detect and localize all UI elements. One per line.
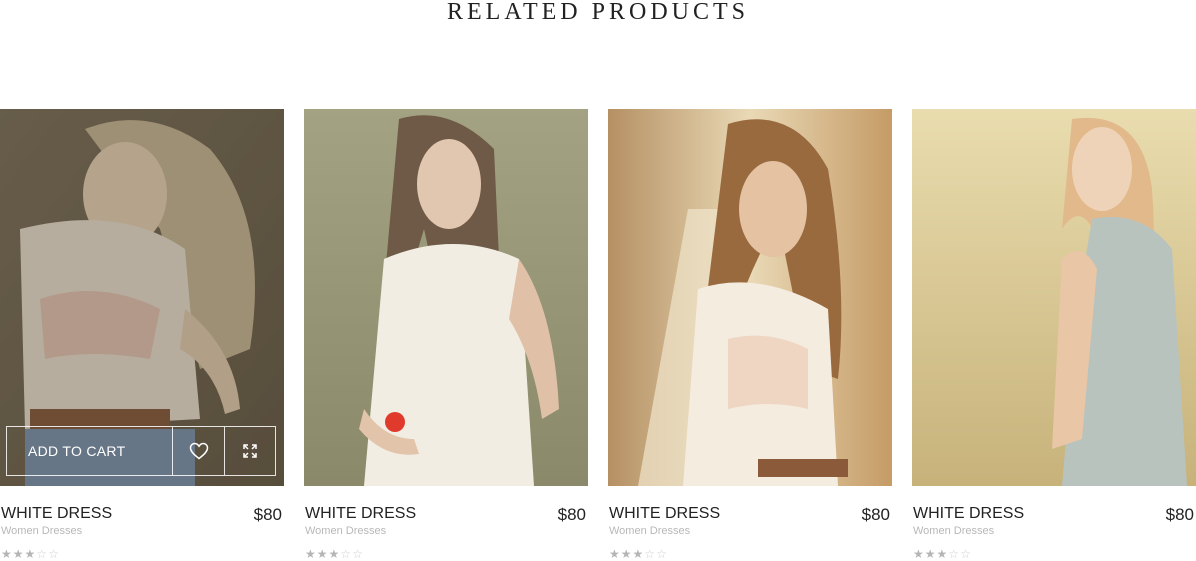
star-filled-icon: ★ bbox=[12, 547, 25, 561]
product-name[interactable]: WHITE DRESS bbox=[305, 505, 416, 523]
product-category[interactable]: Women Dresses bbox=[609, 525, 690, 537]
star-empty-icon: ☆ bbox=[656, 547, 668, 561]
product-price: $80 bbox=[557, 505, 586, 524]
star-filled-icon: ★ bbox=[620, 547, 633, 561]
section-title: RELATED PRODUCTS bbox=[446, 0, 750, 25]
star-empty-icon: ☆ bbox=[340, 547, 353, 561]
product-category[interactable]: Women Dresses bbox=[913, 525, 994, 537]
star-empty-icon: ☆ bbox=[352, 547, 364, 561]
product-price: $80 bbox=[1165, 505, 1194, 524]
star-empty-icon: ☆ bbox=[948, 547, 961, 561]
quick-view-button[interactable] bbox=[224, 427, 275, 475]
star-filled-icon: ★ bbox=[316, 547, 329, 561]
product-actions: ADD TO CART bbox=[6, 426, 276, 476]
rating-stars: ★★★☆☆ bbox=[1, 547, 60, 561]
product-card[interactable]: WHITE DRESS $80 Women Dresses ★★★☆☆ bbox=[304, 109, 588, 561]
star-filled-icon: ★ bbox=[936, 547, 949, 561]
star-empty-icon: ☆ bbox=[960, 547, 972, 561]
star-filled-icon: ★ bbox=[632, 547, 645, 561]
star-empty-icon: ☆ bbox=[48, 547, 60, 561]
product-card[interactable]: ADD TO CART WHITE DRESS $80 Women Dresse… bbox=[0, 109, 284, 561]
star-empty-icon: ☆ bbox=[644, 547, 657, 561]
rating-stars: ★★★☆☆ bbox=[913, 547, 972, 561]
product-image[interactable] bbox=[608, 109, 892, 486]
star-filled-icon: ★ bbox=[913, 547, 925, 561]
product-image[interactable]: ADD TO CART bbox=[0, 109, 284, 486]
product-name[interactable]: WHITE DRESS bbox=[609, 505, 720, 523]
star-empty-icon: ☆ bbox=[36, 547, 49, 561]
product-image[interactable] bbox=[304, 109, 588, 486]
star-filled-icon: ★ bbox=[924, 547, 937, 561]
star-filled-icon: ★ bbox=[24, 547, 37, 561]
rating-stars: ★★★☆☆ bbox=[305, 547, 364, 561]
star-filled-icon: ★ bbox=[328, 547, 341, 561]
heart-icon bbox=[189, 442, 209, 460]
expand-icon bbox=[243, 444, 257, 458]
product-name[interactable]: WHITE DRESS bbox=[1, 505, 112, 523]
product-card[interactable]: WHITE DRESS $80 Women Dresses ★★★☆☆ bbox=[608, 109, 892, 561]
rating-stars: ★★★☆☆ bbox=[609, 547, 668, 561]
star-filled-icon: ★ bbox=[1, 547, 13, 561]
product-category[interactable]: Women Dresses bbox=[1, 525, 82, 537]
product-image[interactable] bbox=[912, 109, 1196, 486]
star-filled-icon: ★ bbox=[609, 547, 621, 561]
product-name[interactable]: WHITE DRESS bbox=[913, 505, 1024, 523]
star-filled-icon: ★ bbox=[305, 547, 317, 561]
product-card[interactable]: WHITE DRESS $80 Women Dresses ★★★☆☆ bbox=[912, 109, 1196, 561]
product-price: $80 bbox=[861, 505, 890, 524]
product-category[interactable]: Women Dresses bbox=[305, 525, 386, 537]
wishlist-button[interactable] bbox=[173, 427, 224, 475]
product-price: $80 bbox=[253, 505, 282, 524]
add-to-cart-button[interactable]: ADD TO CART bbox=[7, 427, 173, 475]
product-grid: ADD TO CART WHITE DRESS $80 Women Dresse… bbox=[0, 109, 1196, 561]
